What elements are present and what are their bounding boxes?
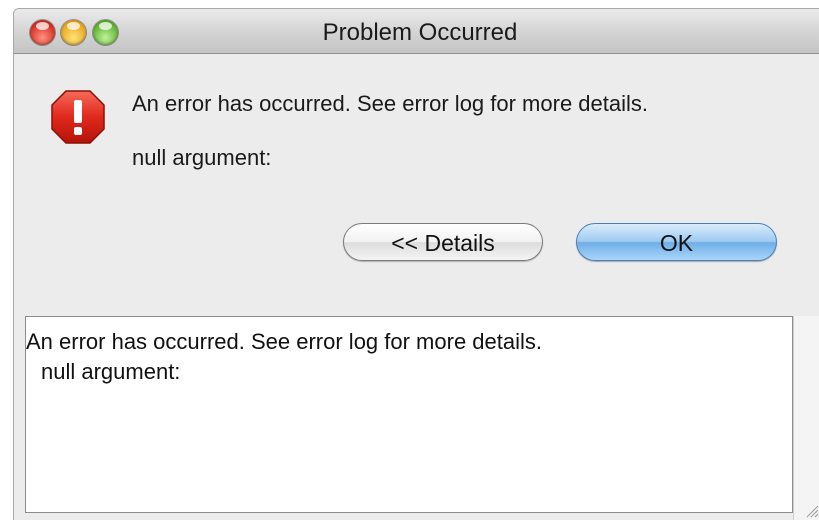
error-stop-icon bbox=[51, 90, 105, 144]
error-message: An error has occurred. See error log for… bbox=[132, 91, 649, 116]
error-submessage: null argument: bbox=[132, 145, 272, 170]
problem-dialog-window: Problem Occurred An error has occurred. … bbox=[13, 8, 819, 520]
details-scroll-area bbox=[793, 316, 819, 520]
title-bar[interactable]: Problem Occurred bbox=[14, 9, 819, 54]
details-text-area[interactable]: An error has occurred. See error log for… bbox=[25, 316, 793, 513]
ok-button[interactable]: OK bbox=[576, 223, 777, 261]
details-line: An error has occurred. See error log for… bbox=[26, 329, 543, 354]
details-toggle-button[interactable]: << Details bbox=[343, 223, 543, 261]
resize-grip-icon[interactable] bbox=[805, 504, 819, 518]
details-line: null argument: bbox=[41, 359, 181, 384]
window-title: Problem Occurred bbox=[322, 19, 518, 46]
